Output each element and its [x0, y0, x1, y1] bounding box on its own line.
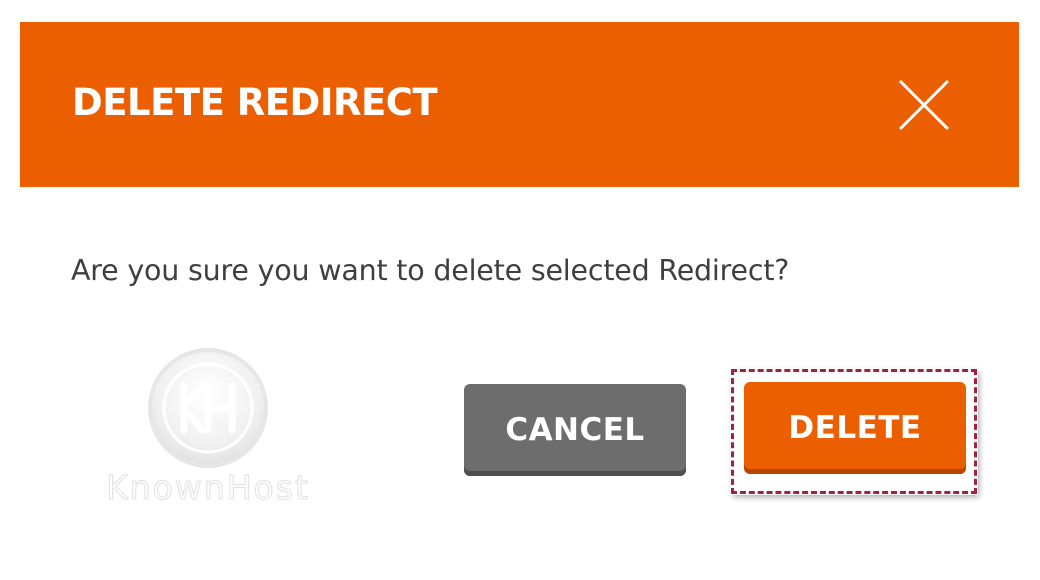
knownhost-logo-icon	[146, 346, 270, 474]
watermark: KnownHost	[78, 346, 338, 506]
dialog-header: DELETE REDIRECT	[20, 22, 1019, 187]
dialog-title: DELETE REDIRECT	[72, 81, 438, 124]
cancel-button[interactable]: CANCEL	[464, 384, 686, 476]
close-icon	[898, 79, 950, 131]
watermark-text: KnownHost	[106, 468, 310, 507]
delete-redirect-dialog: DELETE REDIRECT Are you sure you want to…	[0, 0, 1040, 580]
close-button[interactable]	[896, 77, 952, 133]
confirmation-message: Are you sure you want to delete selected…	[71, 254, 790, 287]
delete-button[interactable]: DELETE	[744, 382, 966, 474]
